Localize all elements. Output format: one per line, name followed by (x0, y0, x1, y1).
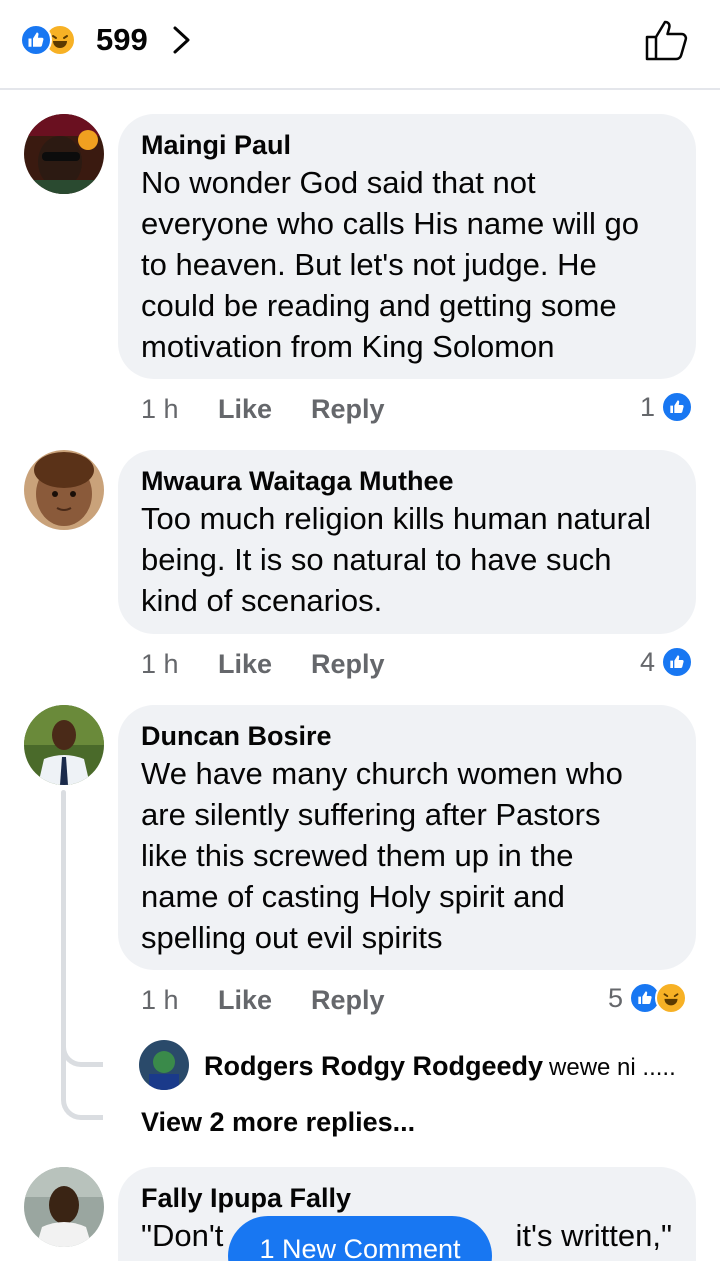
comment-text-line: We have many church women who (141, 756, 623, 791)
comment-actions: 1 h Like Reply (141, 983, 385, 1017)
thread-branch (61, 1080, 103, 1120)
comment-bubble[interactable]: Mwaura Waitaga Muthee Too much religion … (118, 450, 696, 634)
like-button[interactable]: Like (218, 647, 311, 681)
avatar[interactable] (24, 1167, 104, 1247)
comment-reaction-count: 5 (608, 983, 624, 1013)
comment-author[interactable]: Duncan Bosire (141, 719, 672, 753)
reply-author[interactable]: Rodgers Rodgy Rodgeedy (204, 1051, 543, 1081)
comment-text-line: spelling out evil spirits (141, 920, 443, 955)
like-button[interactable]: Like (218, 392, 311, 426)
comment-reaction-count: 1 (640, 392, 656, 422)
reply-button[interactable]: Reply (311, 647, 385, 681)
comment-text-line: could be reading and getting some (141, 288, 617, 323)
comment-author[interactable]: Maingi Paul (141, 128, 672, 162)
comment-time: 1 h (141, 394, 179, 424)
avatar[interactable] (139, 1040, 189, 1090)
like-reaction-icon (20, 24, 52, 56)
comment-reaction-count: 4 (640, 647, 656, 677)
comment-text-line: everyone who calls His name will go (141, 206, 639, 241)
reply-button[interactable]: Reply (311, 392, 385, 426)
comment-actions: 1 h Like Reply (141, 392, 385, 426)
like-button[interactable]: Like (218, 983, 311, 1017)
comment-bubble[interactable]: Maingi Paul No wonder God said that not … (118, 114, 696, 379)
reactions-header: 599 (0, 0, 720, 90)
reaction-summary[interactable] (20, 22, 76, 58)
comment-text-start: "Don't (141, 1218, 224, 1253)
comment-time: 1 h (141, 649, 179, 679)
haha-reaction-icon (655, 982, 688, 1014)
comment-text-line: being. It is so natural to have such (141, 542, 612, 577)
comment-text-line: like this screwed them up in the (141, 838, 574, 873)
reply-text: wewe ni ..... (549, 1054, 676, 1081)
comment-actions: 1 h Like Reply (141, 647, 385, 681)
comment-text-end: it's written," (515, 1218, 672, 1253)
comment-author[interactable]: Mwaura Waitaga Muthee (141, 464, 672, 498)
comment-text-line: are silently suffering after Pastors (141, 797, 601, 832)
comment-text-line: No wonder God said that not (141, 165, 536, 200)
avatar[interactable] (24, 450, 104, 530)
avatar[interactable] (24, 114, 104, 194)
reaction-count[interactable]: 599 (96, 22, 148, 58)
like-reaction-icon (661, 646, 694, 678)
new-comment-button[interactable]: 1 New Comment (228, 1216, 492, 1261)
comment-bubble[interactable]: Duncan Bosire We have many church women … (118, 705, 696, 970)
comment-text-line: Too much religion kills human natural (141, 501, 652, 536)
like-outline-icon[interactable] (644, 18, 690, 62)
like-reaction-icon (661, 391, 694, 423)
comment-text-line: name of casting Holy spirit and (141, 879, 565, 914)
comment-text-line: kind of scenarios. (141, 583, 383, 618)
comment-reactions[interactable]: 5 (608, 981, 688, 1015)
comment-author[interactable]: Fally Ipupa Fally (141, 1181, 672, 1215)
comment-reactions[interactable]: 1 (640, 390, 694, 424)
chevron-right-icon[interactable] (170, 22, 194, 58)
comment-text-line: to heaven. But let's not judge. He (141, 247, 597, 282)
comment-reactions[interactable]: 4 (640, 645, 694, 679)
reply-button[interactable]: Reply (311, 983, 385, 1017)
comment-text-line: motivation from King Solomon (141, 329, 555, 364)
avatar[interactable] (24, 705, 104, 785)
thread-branch (61, 1027, 103, 1067)
view-more-replies-link[interactable]: View 2 more replies... (141, 1105, 415, 1139)
comment-time: 1 h (141, 985, 179, 1015)
reply-preview[interactable]: Rodgers Rodgy Rodgeedy wewe ni ..... (204, 1049, 676, 1085)
